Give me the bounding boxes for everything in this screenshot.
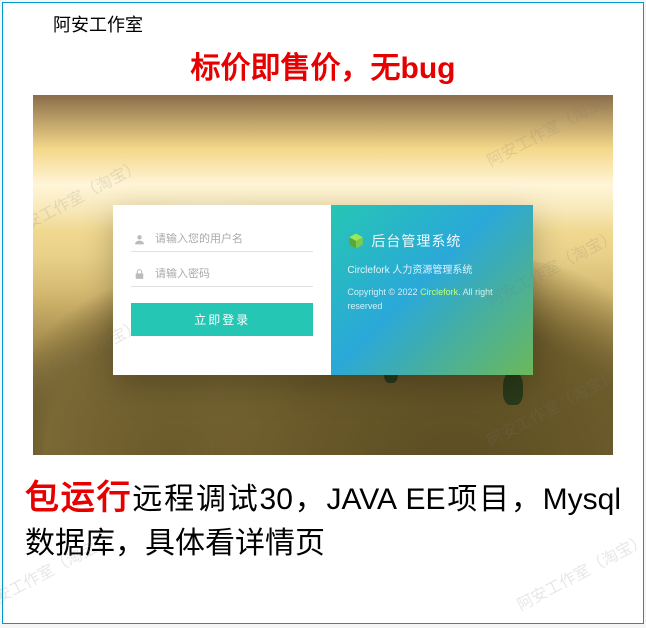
tree-decoration — [503, 371, 523, 405]
lock-icon — [131, 266, 147, 282]
headline-top: 标价即售价，无bug — [3, 43, 643, 87]
password-input[interactable] — [155, 268, 313, 280]
brand-row: 后台管理系统 — [347, 231, 517, 251]
headline-bottom-emphasis: 包运行 — [25, 479, 132, 517]
brand-title: 后台管理系统 — [371, 231, 461, 251]
studio-label: 阿安工作室 — [53, 11, 143, 37]
watermark: 阿安工作室（淘宝） — [482, 95, 613, 171]
login-form: 立即登录 — [113, 205, 331, 375]
headline-bottom: 包运行远程调试30，JAVA EE项目，Mysql数据库，具体看详情页 — [25, 475, 621, 565]
copyright-text: Copyright © 2022 Circlefork. All right r… — [347, 286, 517, 313]
password-row — [131, 262, 313, 287]
copyright-brand: Circlefork — [420, 287, 458, 297]
username-input[interactable] — [155, 233, 313, 245]
user-icon — [131, 231, 147, 247]
username-row — [131, 227, 313, 252]
copyright-prefix: Copyright © 2022 — [347, 287, 420, 297]
cube-icon — [347, 232, 365, 250]
app-screenshot: 立即登录 后台管理系统 Circlefork 人力资源管理系统 Copyrigh… — [33, 95, 613, 455]
login-button[interactable]: 立即登录 — [131, 303, 313, 336]
brand-subtitle: Circlefork 人力资源管理系统 — [347, 261, 517, 276]
product-frame: 阿安工作室 标价即售价，无bug — [2, 2, 644, 624]
login-card: 立即登录 后台管理系统 Circlefork 人力资源管理系统 Copyrigh… — [113, 205, 533, 375]
login-brand-panel: 后台管理系统 Circlefork 人力资源管理系统 Copyright © 2… — [331, 205, 533, 375]
